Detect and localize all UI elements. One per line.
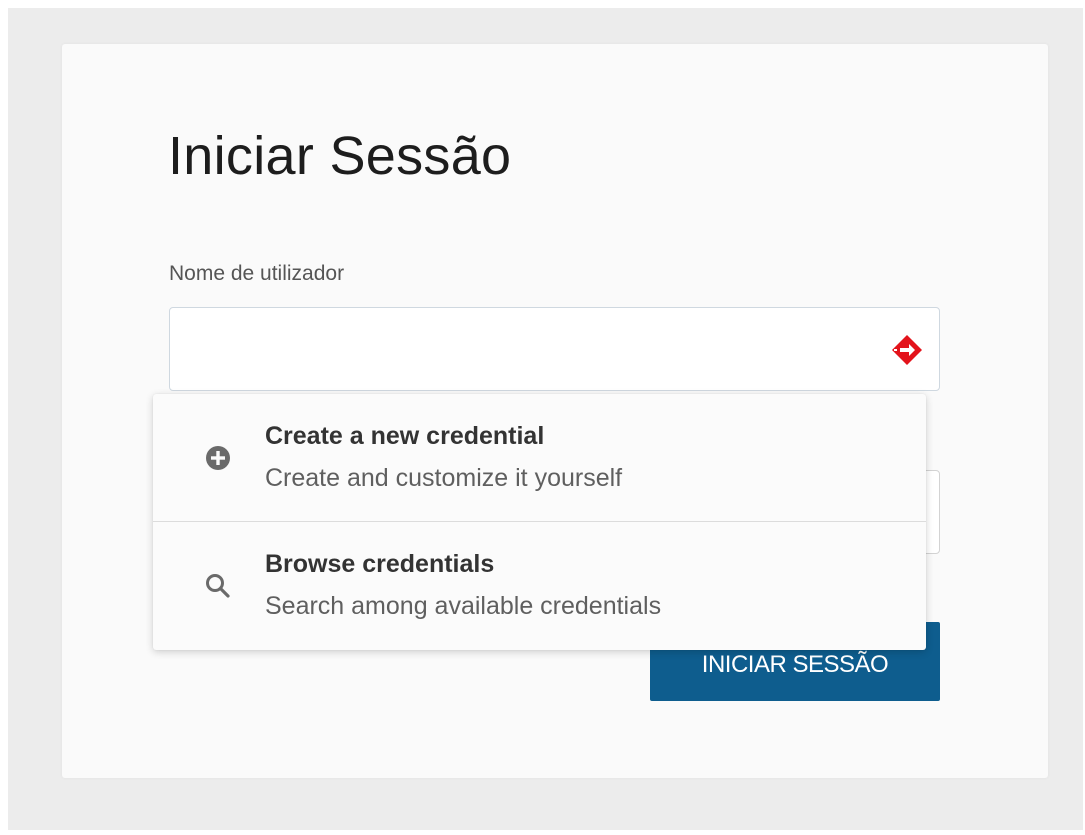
password-manager-icon[interactable] xyxy=(891,334,923,366)
create-credential-title: Create a new credential xyxy=(265,422,545,450)
create-credential-subtitle: Create and customize it yourself xyxy=(265,464,623,492)
search-icon xyxy=(203,571,233,601)
browse-credentials-title: Browse credentials xyxy=(265,550,495,578)
create-credential-option[interactable]: Create a new credential Create and custo… xyxy=(153,394,926,522)
username-label: Nome de utilizador xyxy=(169,262,345,285)
credential-dropdown: Create a new credential Create and custo… xyxy=(153,394,926,650)
username-input[interactable] xyxy=(170,308,870,390)
browse-credentials-subtitle: Search among available credentials xyxy=(265,592,662,620)
plus-circle-icon xyxy=(203,443,233,473)
browse-credentials-option[interactable]: Browse credentials Search among availabl… xyxy=(153,522,926,650)
page-title: Iniciar Sessão xyxy=(168,126,512,186)
username-field[interactable] xyxy=(169,307,940,391)
